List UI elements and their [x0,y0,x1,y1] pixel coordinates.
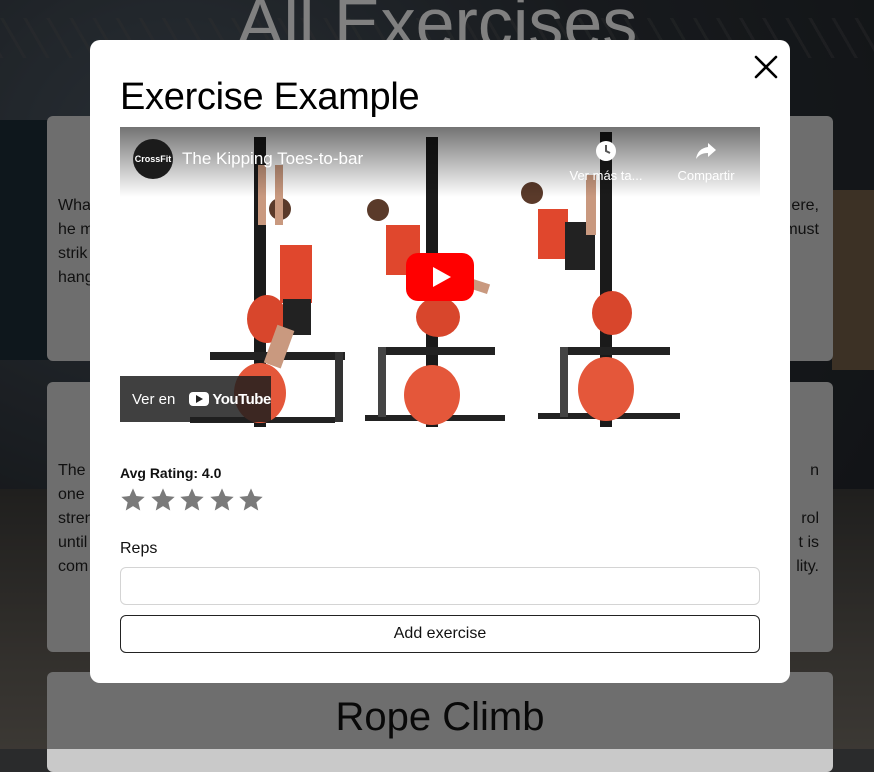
star-icon[interactable] [237,486,265,514]
reps-input[interactable] [120,567,760,605]
watch-on-label: Ver en [132,390,176,408]
share-button[interactable]: Compartir [670,139,742,183]
exercise-modal: Exercise Example CrossFit The Kipping To… [90,40,790,683]
play-button[interactable] [406,253,474,301]
youtube-play-icon [189,392,210,406]
modal-title: Exercise Example [120,76,420,118]
watch-later-button[interactable]: Ver más ta... [566,139,646,183]
clock-icon [596,141,616,161]
share-label: Compartir [677,168,735,183]
star-icon[interactable] [149,486,177,514]
add-exercise-button[interactable]: Add exercise [120,615,760,653]
watch-on-youtube-button[interactable]: Ver en YouTube [120,376,271,422]
avg-rating-label: Avg Rating: 4.0 [120,465,222,481]
video-player[interactable]: CrossFit The Kipping Toes-to-bar Ver más… [120,127,760,427]
video-title[interactable]: The Kipping Toes-to-bar [182,149,363,169]
play-icon [406,253,474,301]
channel-avatar[interactable]: CrossFit [133,139,173,179]
youtube-wordmark: YouTube [212,390,271,408]
share-icon [696,143,716,159]
watch-later-label: Ver más ta... [569,168,643,183]
star-icon[interactable] [208,486,236,514]
star-icon[interactable] [178,486,206,514]
reps-label: Reps [120,540,158,557]
youtube-logo: YouTube [189,390,271,408]
star-rating[interactable] [119,486,267,514]
close-icon [754,55,778,79]
close-button[interactable] [751,52,781,82]
star-icon[interactable] [119,486,147,514]
